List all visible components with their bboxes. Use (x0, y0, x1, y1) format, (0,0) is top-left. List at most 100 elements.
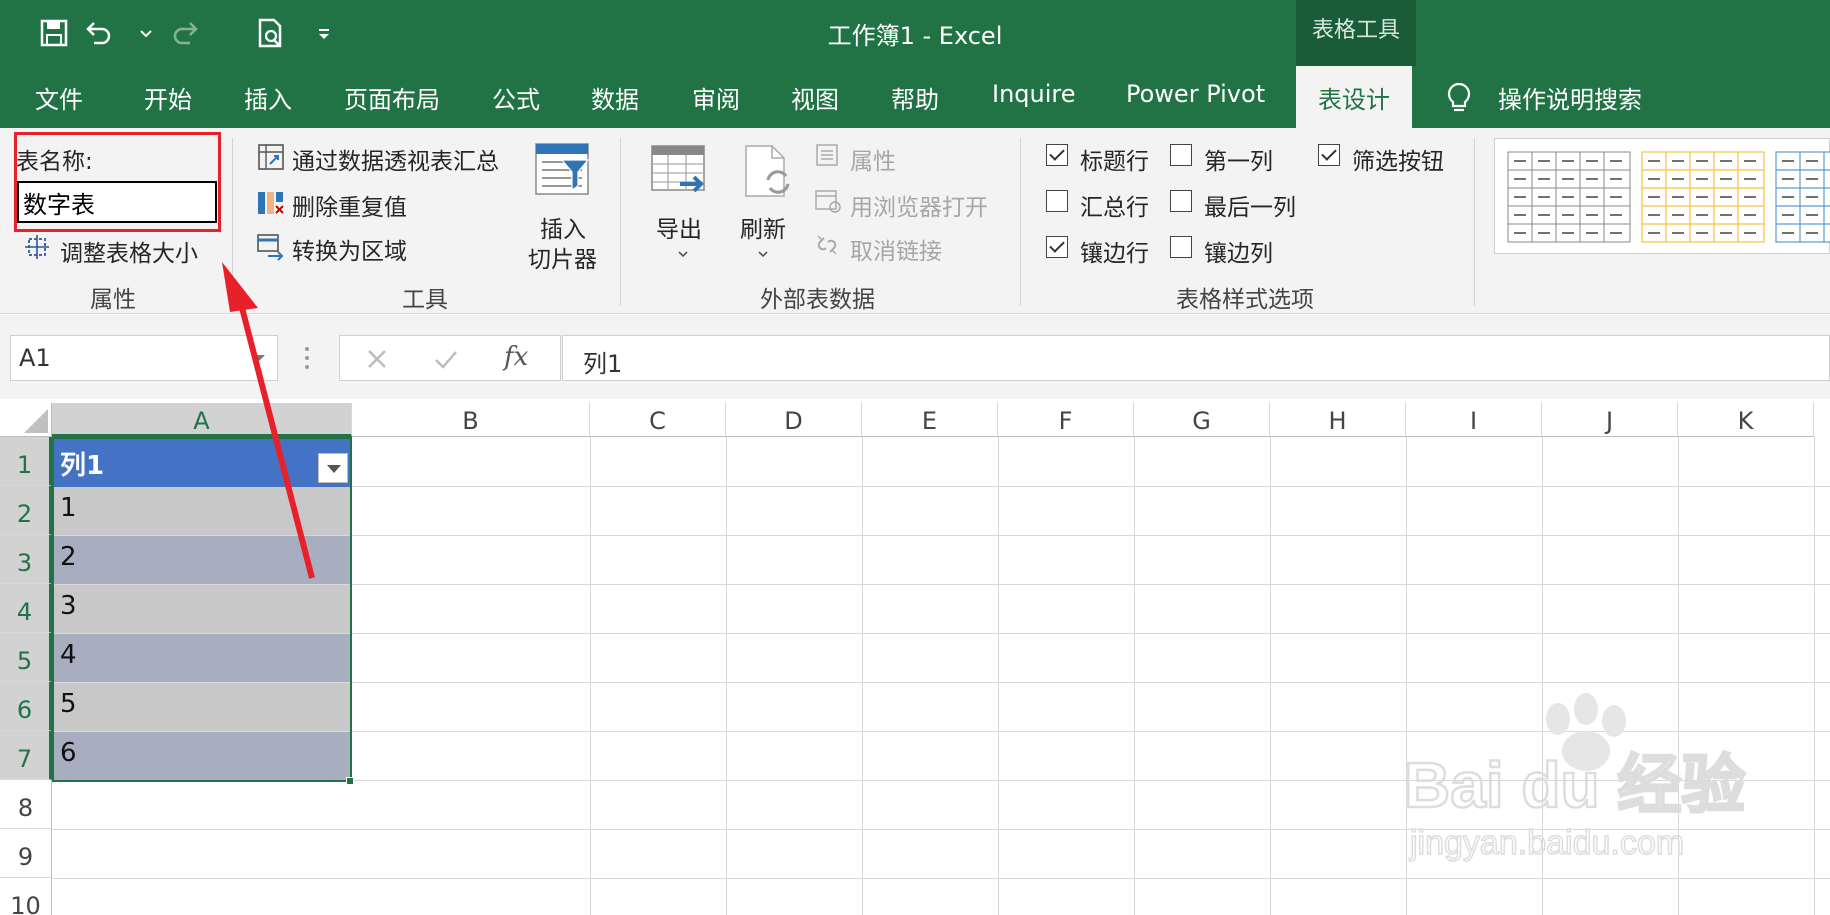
cancel-icon[interactable] (364, 346, 390, 376)
insert-function-button[interactable]: fx (504, 342, 528, 372)
more-options-icon[interactable] (302, 343, 312, 377)
group-separator (232, 138, 233, 306)
remove-duplicates-icon (256, 188, 286, 222)
gridline (1814, 437, 1815, 915)
select-all-corner[interactable] (0, 403, 52, 437)
name-box[interactable]: A1 (10, 335, 278, 381)
fill-handle[interactable] (346, 777, 354, 785)
column-header-f[interactable]: F (998, 403, 1134, 437)
column-header-a[interactable]: A (52, 403, 352, 437)
unlink-button: 取消链接 (850, 239, 942, 265)
gridline (590, 437, 591, 915)
row-header-10[interactable]: 10 (0, 878, 52, 915)
first-column-checkbox[interactable] (1170, 144, 1192, 166)
tell-me-search[interactable]: 操作说明搜索 (1498, 80, 1642, 115)
row-header-7[interactable]: 7 (0, 731, 52, 780)
row-header-6[interactable]: 6 (0, 682, 52, 731)
column-header-h[interactable]: H (1270, 403, 1406, 437)
row-header-5[interactable]: 5 (0, 633, 52, 682)
row-header-2[interactable]: 2 (0, 486, 52, 535)
refresh-button[interactable]: 刷新 (740, 210, 786, 244)
column-header-c[interactable]: C (590, 403, 726, 437)
open-in-browser-icon (814, 188, 842, 218)
tab-insert[interactable]: 插入 (244, 80, 292, 115)
tab-help[interactable]: 帮助 (891, 80, 939, 115)
column-header-d[interactable]: D (726, 403, 862, 437)
name-box-dropdown-icon[interactable] (250, 349, 268, 371)
last-column-label: 最后一列 (1204, 195, 1296, 221)
formula-input[interactable]: 列1 (562, 335, 1830, 381)
column-header-e[interactable]: E (862, 403, 998, 437)
row-header-3[interactable]: 3 (0, 535, 52, 584)
total-row-checkbox[interactable] (1046, 190, 1068, 212)
gridline (998, 437, 999, 915)
table-cell[interactable]: 2 (54, 536, 350, 584)
banded-rows-label: 镶边行 (1080, 241, 1149, 267)
row-header-8[interactable]: 8 (0, 780, 52, 829)
tab-table-design[interactable]: 表设计 (1296, 66, 1412, 128)
group-label-properties: 属性 (90, 287, 136, 313)
filter-button-checkbox[interactable] (1318, 144, 1340, 166)
column-header-k[interactable]: K (1678, 403, 1814, 437)
tab-view[interactable]: 视图 (791, 80, 839, 115)
unlink-icon (814, 232, 840, 262)
table-cell[interactable]: 3 (54, 585, 350, 633)
resize-table-button[interactable]: 调整表格大小 (60, 234, 198, 268)
banded-rows-checkbox[interactable] (1046, 236, 1068, 258)
insert-slicer-button-line2[interactable]: 切片器 (528, 240, 597, 274)
column-header-j[interactable]: J (1542, 403, 1678, 437)
tab-power-pivot[interactable]: Power Pivot (1126, 80, 1265, 108)
table-style-thumbnail[interactable] (1775, 151, 1830, 247)
pivot-summary-icon (256, 142, 286, 176)
convert-to-range-button[interactable]: 转换为区域 (292, 232, 407, 266)
open-in-browser-button: 用浏览器打开 (850, 195, 988, 221)
group-label-style-options: 表格样式选项 (1176, 287, 1314, 313)
table-style-thumbnail[interactable] (1641, 151, 1765, 247)
formula-buttons: fx (339, 335, 561, 381)
ribbon-tabs: 文件 开始 插入 页面布局 公式 数据 审阅 视图 帮助 Inquire Pow… (0, 66, 1830, 128)
gridline (1270, 437, 1271, 915)
table-cell[interactable]: 4 (54, 634, 350, 682)
group-separator (1020, 138, 1021, 306)
row-header-1[interactable]: 1 (0, 437, 52, 486)
export-button[interactable]: 导出 (656, 210, 702, 244)
convert-to-range-icon (256, 232, 286, 266)
header-row-checkbox[interactable] (1046, 144, 1068, 166)
column-header-b[interactable]: B (352, 403, 590, 437)
enter-icon[interactable] (432, 346, 460, 376)
column-header-g[interactable]: G (1134, 403, 1270, 437)
tab-formulas[interactable]: 公式 (492, 80, 540, 115)
refresh-dropdown-icon[interactable] (756, 246, 770, 265)
tab-review[interactable]: 审阅 (692, 80, 740, 115)
last-column-checkbox[interactable] (1170, 190, 1192, 212)
table-cell[interactable]: 6 (54, 732, 350, 780)
table-style-thumbnail[interactable] (1507, 151, 1631, 247)
row-header-4[interactable]: 4 (0, 584, 52, 633)
filter-dropdown-button[interactable] (318, 453, 348, 483)
tab-page-layout[interactable]: 页面布局 (344, 80, 440, 115)
insert-slicer-button-line1[interactable]: 插入 (540, 210, 586, 244)
external-properties-button: 属性 (850, 149, 896, 175)
first-column-label: 第一列 (1204, 149, 1273, 175)
annotation-highlight-box (14, 132, 221, 232)
group-label-tools: 工具 (402, 287, 448, 313)
remove-duplicates-button[interactable]: 删除重复值 (292, 188, 407, 222)
row-header-9[interactable]: 9 (0, 829, 52, 878)
banded-columns-checkbox[interactable] (1170, 236, 1192, 258)
banded-columns-label: 镶边列 (1204, 241, 1273, 267)
tab-home[interactable]: 开始 (144, 80, 192, 115)
properties-icon (814, 142, 840, 172)
tab-data[interactable]: 数据 (591, 80, 639, 115)
table-header-cell[interactable]: 列1 (54, 439, 350, 487)
gridline (726, 437, 727, 915)
tab-inquire[interactable]: Inquire (992, 80, 1076, 108)
tab-file[interactable]: 文件 (35, 80, 83, 115)
filter-button-label: 筛选按钮 (1352, 149, 1444, 175)
column-header-i[interactable]: I (1406, 403, 1542, 437)
watermark-brand: Bai du 经验 (1404, 749, 1745, 821)
export-dropdown-icon[interactable] (676, 246, 690, 265)
gridline (52, 878, 1830, 879)
table-cell[interactable]: 5 (54, 683, 350, 731)
summarize-with-pivot-button[interactable]: 通过数据透视表汇总 (292, 142, 499, 176)
table-cell[interactable]: 1 (54, 487, 350, 535)
